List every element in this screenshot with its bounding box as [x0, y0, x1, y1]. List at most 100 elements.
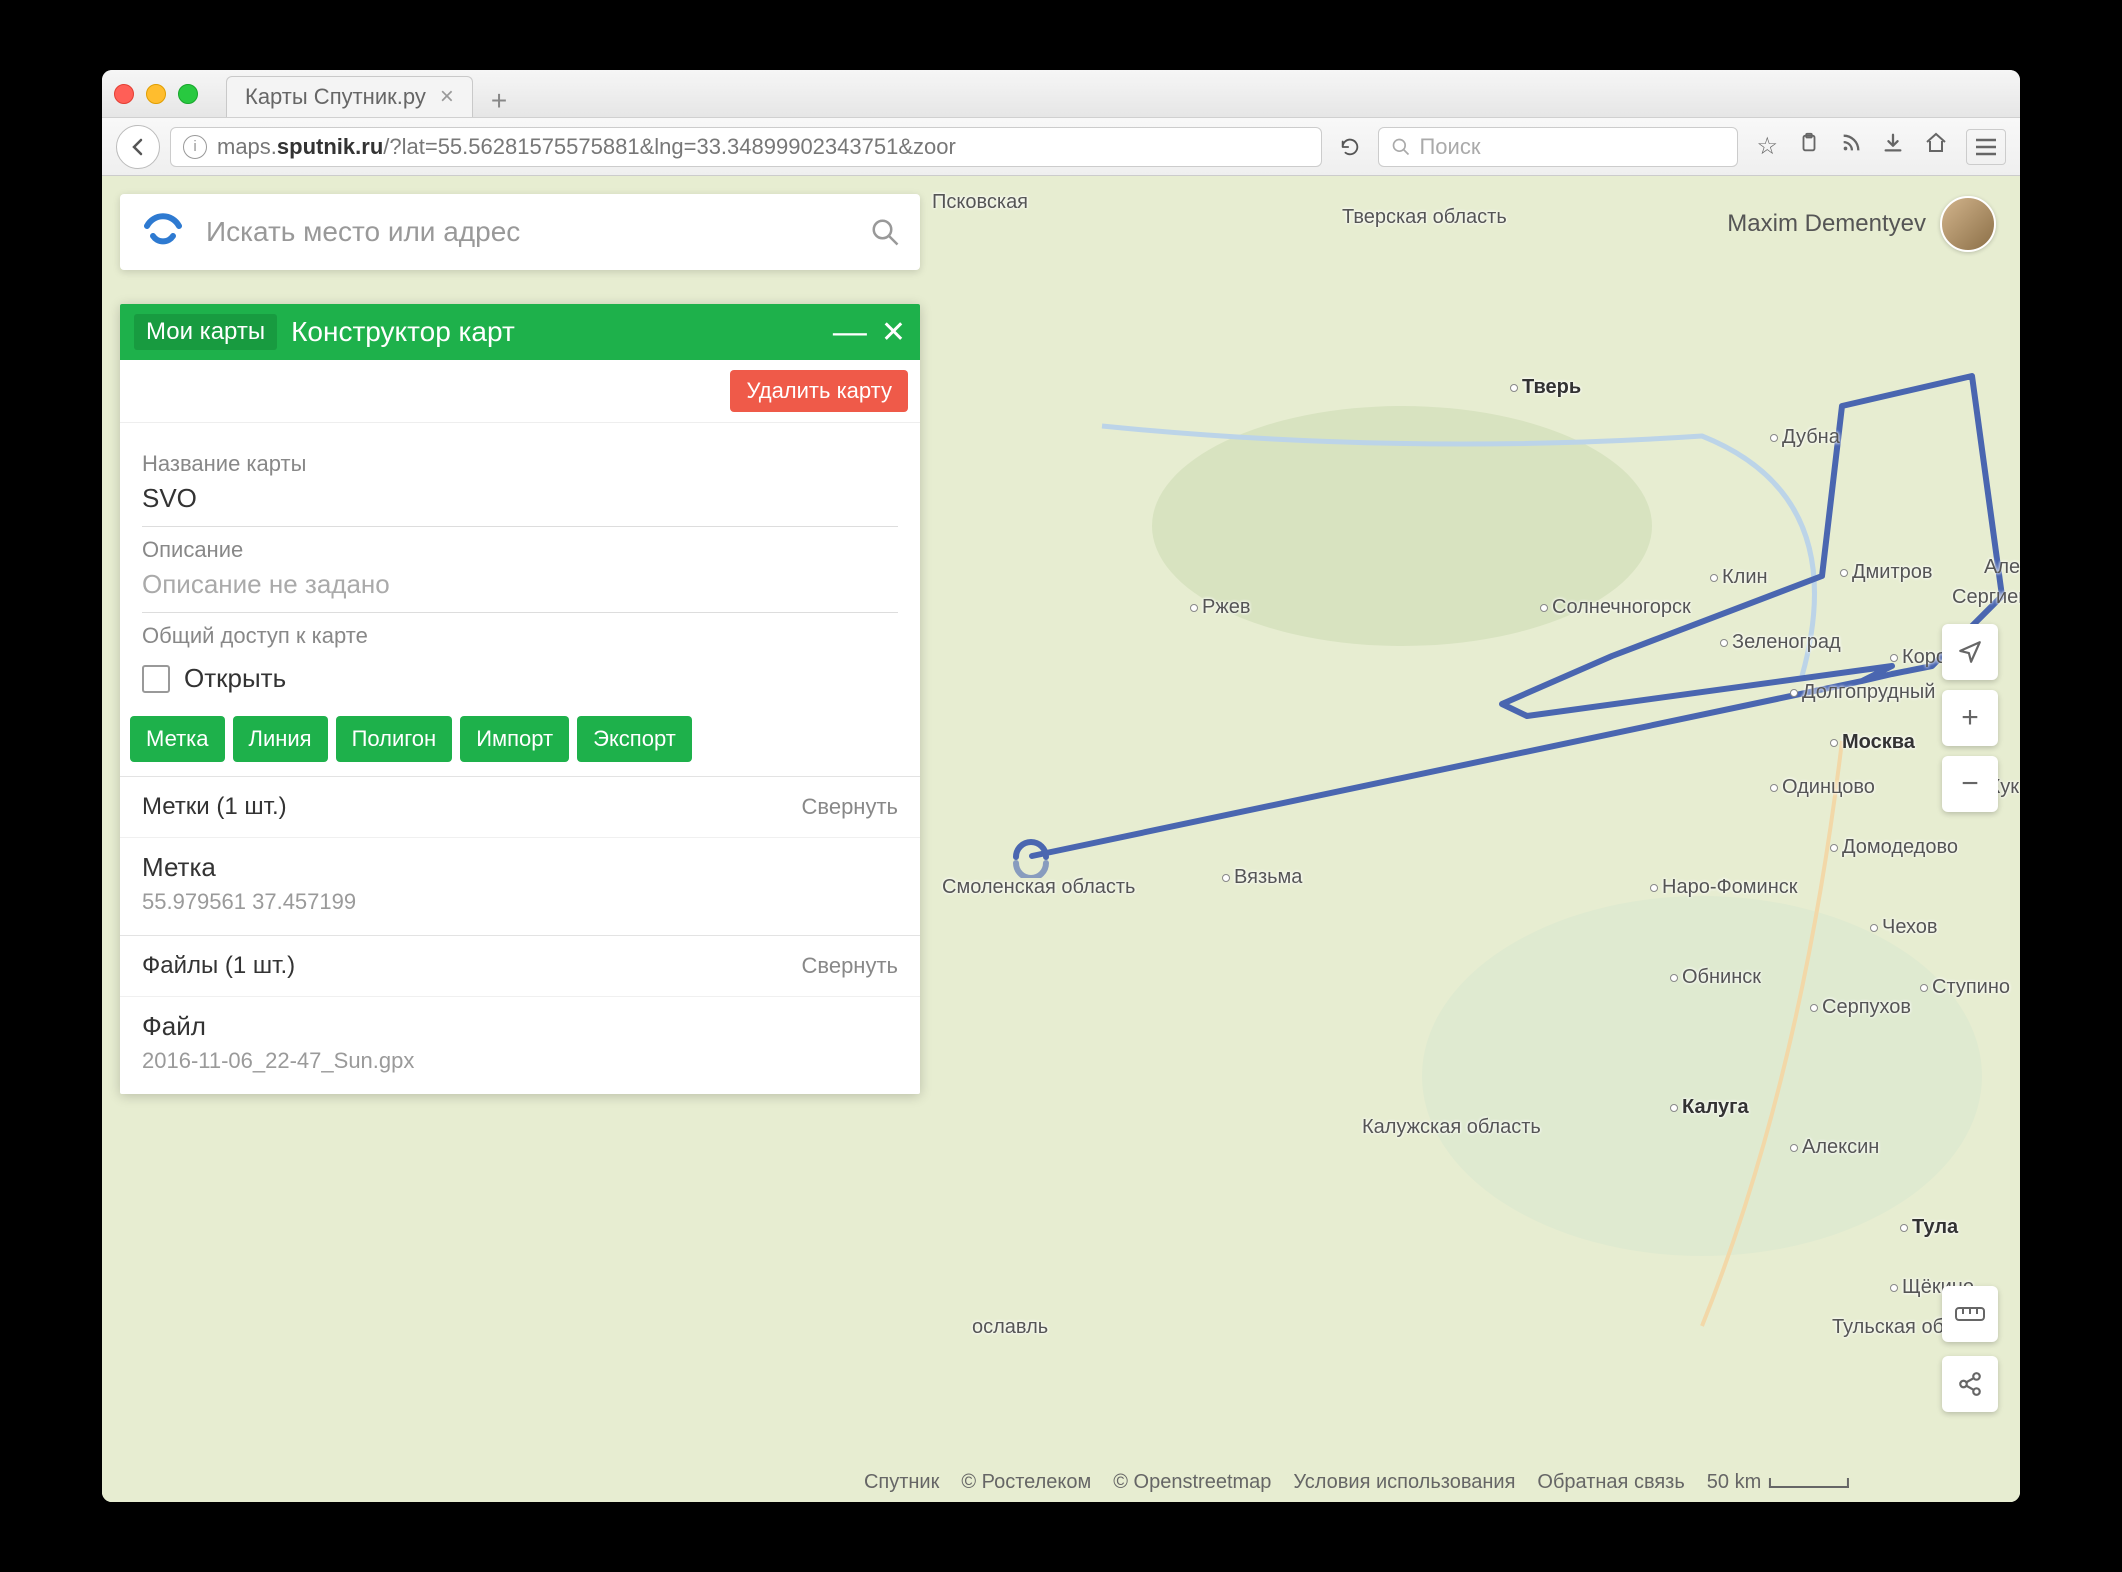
name-label: Название карты [142, 451, 898, 477]
collapse-markers[interactable]: Свернуть [802, 794, 899, 820]
share-row: Открыть [142, 663, 898, 694]
city-label: Калужская область [1362, 1116, 1541, 1139]
city-label: Серпухов [1822, 996, 1911, 1019]
city-label: Дубна [1782, 426, 1840, 449]
city-label: Домодедово [1842, 836, 1958, 859]
city-dot-icon [1890, 1284, 1898, 1292]
attrib-terms[interactable]: Условия использования [1293, 1471, 1515, 1494]
markers-header: Метки (1 шт.) [142, 793, 287, 821]
city-label: Солнечногорск [1552, 596, 1691, 619]
city-label: Обнинск [1682, 966, 1761, 989]
search-icon[interactable] [850, 217, 920, 247]
url-domain: sputnik.ru [277, 134, 383, 160]
site-info-icon[interactable]: i [183, 135, 207, 159]
tab-title: Карты Спутник.ру [245, 84, 426, 110]
city-dot-icon [1770, 784, 1778, 792]
avatar[interactable] [1940, 196, 1996, 252]
ruler-button[interactable] [1942, 1286, 1998, 1342]
home-icon[interactable] [1924, 131, 1948, 162]
tab-close-icon[interactable]: × [440, 83, 454, 111]
city-dot-icon [1720, 639, 1728, 647]
close-window-button[interactable] [114, 84, 134, 104]
share-button[interactable] [1942, 1356, 1998, 1412]
city-label: Псковская [932, 191, 1028, 214]
file-name: 2016-11-06_22-47_Sun.gpx [142, 1048, 898, 1074]
delete-map-button[interactable]: Удалить карту [730, 370, 908, 412]
browser-search[interactable]: Поиск [1378, 127, 1738, 167]
share-checkbox[interactable] [142, 665, 170, 693]
reload-button[interactable] [1332, 129, 1368, 165]
map-controls: + − [1942, 624, 1998, 812]
zoom-window-button[interactable] [178, 84, 198, 104]
address-bar[interactable]: i maps.sputnik.ru/?lat=55.56281575575881… [170, 127, 1322, 167]
export-button[interactable]: Экспорт [577, 716, 692, 762]
polygon-button[interactable]: Полигон [336, 716, 453, 762]
map-search-input[interactable] [206, 216, 850, 248]
city-label: Сергиев Посад [1952, 586, 2020, 609]
download-icon[interactable] [1882, 132, 1904, 161]
window-controls [114, 84, 198, 104]
my-maps-badge[interactable]: Мои карты [134, 314, 277, 350]
map-constructor-panel: Мои карты Конструктор карт — ✕ Удалить к… [120, 304, 920, 1094]
city-dot-icon [1222, 874, 1230, 882]
scale-indicator: 50 km [1707, 1471, 1849, 1494]
marker-item[interactable]: Метка 55.979561 37.457199 [120, 837, 920, 935]
back-button[interactable] [116, 125, 160, 169]
file-title: Файл [142, 1011, 898, 1042]
attrib-brand[interactable]: Спутник [864, 1471, 939, 1494]
attrib-feedback[interactable]: Обратная связь [1537, 1471, 1684, 1494]
minimize-icon[interactable]: — [833, 325, 867, 339]
close-icon[interactable]: ✕ [881, 315, 906, 350]
map-controls-bottom [1942, 1286, 1998, 1412]
marker-button[interactable]: Метка [130, 716, 225, 762]
line-button[interactable]: Линия [233, 716, 328, 762]
user-name: Maxim Dementyev [1727, 210, 1926, 238]
share-checkbox-label: Открыть [184, 663, 286, 694]
browser-tab[interactable]: Карты Спутник.ру × [226, 76, 473, 117]
map-form: Название карты SVO Описание Описание не … [120, 423, 920, 716]
city-label: Москва [1842, 731, 1915, 754]
url-path: /?lat=55.56281575575881&lng=33.348999023… [383, 134, 956, 160]
menu-button[interactable] [1966, 129, 2006, 165]
name-input[interactable]: SVO [142, 483, 898, 527]
delete-row: Удалить карту [120, 360, 920, 423]
constructor-header: Мои карты Конструктор карт — ✕ [120, 304, 920, 360]
attrib-rtk[interactable]: © Ростелеком [961, 1471, 1091, 1494]
city-label: Чехов [1882, 916, 1938, 939]
city-label: Ржев [1202, 596, 1250, 619]
user-chip[interactable]: Maxim Dementyev [1727, 196, 1996, 252]
rss-icon[interactable] [1840, 132, 1862, 161]
clipboard-icon[interactable] [1798, 132, 1820, 161]
desc-input[interactable]: Описание не задано [142, 569, 898, 613]
files-header: Файлы (1 шт.) [142, 952, 295, 980]
city-label: Алек [1984, 556, 2020, 579]
url-prefix: maps. [217, 134, 277, 160]
city-dot-icon [1670, 974, 1678, 982]
collapse-files[interactable]: Свернуть [802, 953, 899, 979]
search-placeholder: Поиск [1419, 134, 1480, 160]
city-dot-icon [1920, 984, 1928, 992]
locate-button[interactable] [1942, 624, 1998, 680]
file-item[interactable]: Файл 2016-11-06_22-47_Sun.gpx [120, 996, 920, 1094]
city-label: Зеленоград [1732, 631, 1841, 654]
city-label: Тверская область [1342, 206, 1507, 229]
import-button[interactable]: Импорт [460, 716, 569, 762]
attrib-osm[interactable]: © Openstreetmap [1113, 1471, 1271, 1494]
marker-title: Метка [142, 852, 898, 883]
sputnik-logo-icon[interactable] [120, 212, 206, 252]
new-tab-button[interactable]: + [483, 85, 515, 117]
city-dot-icon [1790, 1144, 1798, 1152]
zoom-out-button[interactable]: − [1942, 756, 1998, 812]
city-label: Тула [1912, 1216, 1958, 1239]
city-dot-icon [1710, 574, 1718, 582]
share-label: Общий доступ к карте [142, 623, 898, 649]
map-search-panel [120, 194, 920, 270]
constructor-title: Конструктор карт [291, 316, 515, 348]
city-dot-icon [1830, 844, 1838, 852]
bookmark-star-icon[interactable]: ☆ [1756, 132, 1778, 161]
city-dot-icon [1190, 604, 1198, 612]
city-dot-icon [1900, 1224, 1908, 1232]
zoom-in-button[interactable]: + [1942, 690, 1998, 746]
minimize-window-button[interactable] [146, 84, 166, 104]
city-label: Дмитров [1852, 561, 1933, 584]
